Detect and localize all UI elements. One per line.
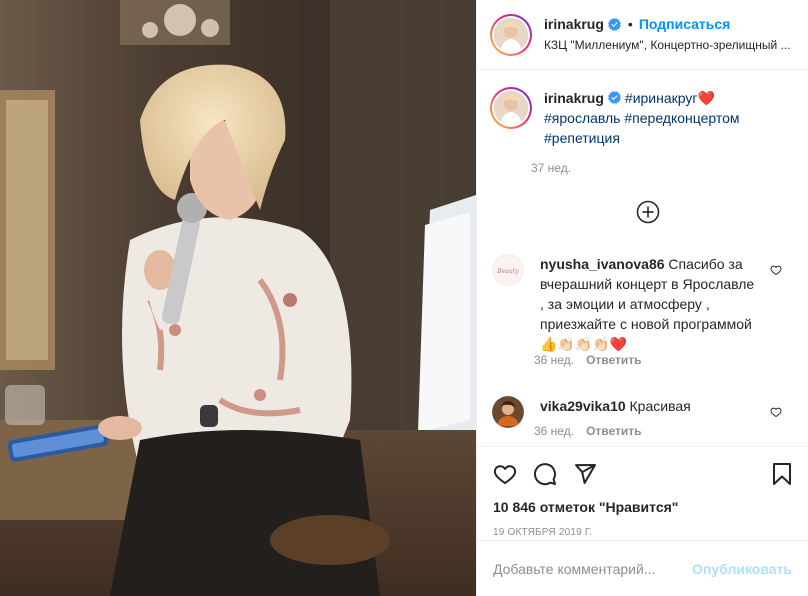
comment-text: nyusha_ivanova86 Спасибо за вчерашний ко… bbox=[540, 254, 756, 354]
bookmark-icon[interactable] bbox=[770, 462, 794, 486]
comment-meta: 36 нед. Ответить bbox=[534, 353, 642, 367]
follow-button[interactable]: Подписаться bbox=[639, 16, 731, 32]
comment-like-heart-icon[interactable] bbox=[770, 406, 782, 418]
instagram-post: irinakrug • Подписаться КЗЦ "Миллениум",… bbox=[0, 0, 808, 596]
commenter-avatar[interactable] bbox=[492, 396, 524, 428]
add-comment-bar: Опубликовать bbox=[477, 540, 808, 596]
photo-illustration bbox=[0, 0, 476, 596]
svg-text:Beauty: Beauty bbox=[496, 268, 519, 275]
commenter-username[interactable]: nyusha_ivanova86 bbox=[540, 256, 665, 272]
caption-author-avatar[interactable] bbox=[490, 87, 532, 129]
header-separator: • bbox=[627, 16, 633, 32]
comment-body: Красивая bbox=[629, 398, 691, 414]
verified-badge-icon bbox=[607, 91, 621, 104]
comment-timestamp[interactable]: 36 нед. bbox=[534, 424, 574, 438]
heart-icon[interactable] bbox=[493, 462, 517, 486]
share-icon[interactable] bbox=[573, 462, 597, 486]
commenter-username[interactable]: vika29vika10 bbox=[540, 398, 626, 414]
comment-item: Beauty nyusha_ivanova86 Спасибо за вчера… bbox=[492, 254, 802, 354]
comment-meta: 36 нед. Ответить bbox=[534, 424, 642, 438]
comment-timestamp[interactable]: 36 нед. bbox=[534, 353, 574, 367]
plus-circle-icon[interactable] bbox=[636, 200, 660, 224]
post-location[interactable]: КЗЦ "Миллениум", Концертно-зрелищный ... bbox=[544, 38, 798, 52]
post-caption: irinakrug #иринакруг❤️ #ярославль #перед… bbox=[490, 87, 774, 148]
reply-button[interactable]: Ответить bbox=[586, 353, 641, 367]
caption-emoji: ❤️ bbox=[697, 90, 715, 106]
hashtag-link[interactable]: #репетиция bbox=[544, 130, 620, 146]
author-username[interactable]: irinakrug bbox=[544, 16, 604, 32]
comment-like-heart-icon[interactable] bbox=[770, 264, 782, 276]
caption-username[interactable]: irinakrug bbox=[544, 90, 604, 106]
post-actions: 10 846 отметок "Нравится" 19 ОКТЯБРЯ 201… bbox=[477, 446, 808, 596]
publish-button[interactable]: Опубликовать bbox=[692, 561, 792, 577]
commenter-avatar[interactable]: Beauty bbox=[492, 254, 524, 286]
hashtag-link[interactable]: #передконцертом bbox=[624, 110, 739, 126]
hashtag-link[interactable]: #иринакруг bbox=[625, 90, 698, 106]
author-avatar[interactable] bbox=[490, 14, 532, 56]
post-header: irinakrug • Подписаться КЗЦ "Миллениум",… bbox=[477, 0, 808, 70]
reply-button[interactable]: Ответить bbox=[586, 424, 641, 438]
caption-timestamp[interactable]: 37 нед. bbox=[531, 161, 571, 175]
comment-emoji: 👍👏🏻👏🏻👏🏻❤️ bbox=[540, 336, 628, 352]
caption-text: irinakrug #иринакруг❤️ #ярославль #перед… bbox=[544, 88, 774, 148]
hashtag-link[interactable]: #ярославль bbox=[544, 110, 620, 126]
likes-count[interactable]: 10 846 отметок "Нравится" bbox=[493, 499, 678, 515]
comment-input[interactable] bbox=[493, 560, 693, 577]
post-photo[interactable] bbox=[0, 0, 476, 596]
comment-icon[interactable] bbox=[533, 462, 557, 486]
verified-badge-icon bbox=[607, 17, 621, 31]
post-side-panel: irinakrug • Подписаться КЗЦ "Миллениум",… bbox=[476, 0, 808, 596]
comments-section: irinakrug #иринакруг❤️ #ярославль #перед… bbox=[477, 70, 808, 446]
post-date[interactable]: 19 ОКТЯБРЯ 2019 Г. bbox=[493, 527, 592, 538]
